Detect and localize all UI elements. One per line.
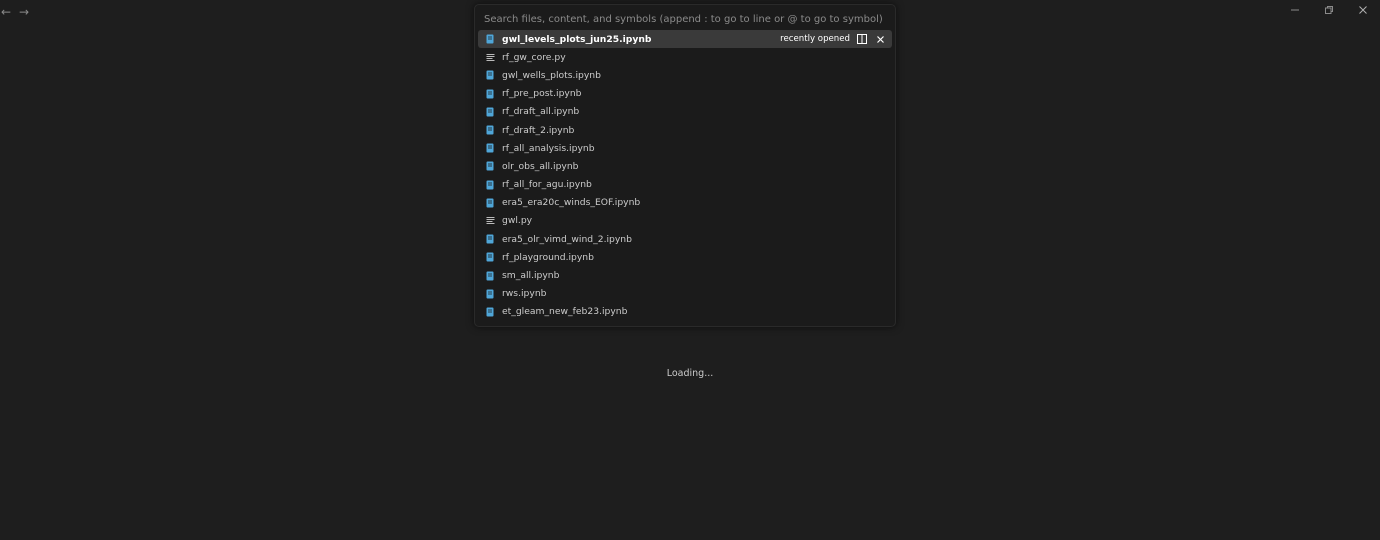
result-label: sm_all.ipynb [502, 270, 560, 282]
quick-open-panel: gwl_levels_plots_jun25.ipynb recently ope… [474, 4, 896, 327]
result-label: olr_obs_all.ipynb [502, 160, 579, 172]
restore-button[interactable] [1312, 0, 1346, 20]
notebook-icon [485, 233, 495, 245]
result-label: rf_draft_2.ipynb [502, 124, 575, 136]
notebook-icon [485, 142, 495, 154]
notebook-icon [485, 179, 495, 191]
navigation-arrows: ← → [0, 5, 30, 19]
arrow-left-icon[interactable]: ← [0, 5, 12, 19]
notebook-icon [485, 270, 495, 282]
result-item[interactable]: et_gleam_new_feb23.ipynb [478, 303, 892, 321]
result-item[interactable]: rf_draft_all.ipynb [478, 103, 892, 121]
search-input[interactable] [481, 9, 893, 29]
result-label: rf_draft_all.ipynb [502, 106, 580, 118]
result-label: gwl_wells_plots.ipynb [502, 69, 601, 81]
result-label: gwl.py [502, 215, 533, 227]
notebook-icon [485, 251, 495, 263]
notebook-icon [485, 33, 495, 45]
result-label: rws.ipynb [502, 288, 547, 300]
notebook-icon [485, 124, 495, 136]
result-item[interactable]: era5_olr_vimd_wind_2.ipynb [478, 230, 892, 248]
window-controls [1278, 0, 1380, 20]
minimize-icon [1291, 9, 1299, 11]
result-item[interactable]: gwl_levels_plots_jun25.ipynb recently ope… [478, 30, 892, 49]
minimize-button[interactable] [1278, 0, 1312, 20]
result-item[interactable]: rf_playground.ipynb [478, 248, 892, 266]
notebook-icon [485, 160, 495, 172]
close-button[interactable] [1346, 0, 1380, 20]
notebook-icon [485, 288, 495, 300]
restore-icon [1325, 6, 1333, 14]
result-item[interactable]: rf_all_analysis.ipynb [478, 139, 892, 157]
result-item[interactable]: gwl.py [478, 212, 892, 230]
result-label: et_gleam_new_feb23.ipynb [502, 306, 628, 318]
result-label: rf_pre_post.ipynb [502, 88, 582, 100]
result-label: rf_all_for_agu.ipynb [502, 179, 592, 191]
app-window: ← → gwl_levels_plots_jun25.ipynb recently… [0, 0, 1380, 540]
notebook-icon [485, 88, 495, 100]
result-item[interactable]: gwl_wells_plots.ipynb [478, 66, 892, 84]
result-item[interactable]: rf_draft_2.ipynb [478, 121, 892, 139]
close-icon[interactable] [874, 33, 886, 45]
notebook-icon [485, 106, 495, 118]
result-label: rf_gw_core.py [502, 51, 566, 63]
result-actions: recently opened [780, 30, 886, 48]
loading-text: Loading... [666, 368, 714, 379]
notebook-icon [485, 306, 495, 318]
result-label: gwl_levels_plots_jun25.ipynb [502, 33, 652, 45]
python-file-icon [485, 215, 495, 227]
results-list: gwl_levels_plots_jun25.ipynb recently ope… [478, 30, 892, 326]
recently-opened-label: recently opened [780, 34, 850, 44]
result-item[interactable]: rf_gw_core.py [478, 48, 892, 66]
notebook-icon [485, 197, 495, 209]
notebook-icon [485, 69, 495, 81]
result-label: rf_playground.ipynb [502, 251, 594, 263]
result-item[interactable]: rws.ipynb [478, 285, 892, 303]
python-file-icon [485, 51, 495, 63]
result-label: rf_all_analysis.ipynb [502, 142, 595, 154]
result-item[interactable]: sm_all.ipynb [478, 266, 892, 284]
close-icon [1359, 6, 1367, 14]
result-item[interactable]: olr_obs_all.ipynb [478, 157, 892, 175]
result-item[interactable]: rf_all_for_agu.ipynb [478, 176, 892, 194]
result-label: era5_era20c_winds_EOF.ipynb [502, 197, 641, 209]
result-item[interactable]: rf_pre_post.ipynb [478, 85, 892, 103]
arrow-right-icon[interactable]: → [18, 5, 30, 19]
result-item[interactable]: era5_era20c_winds_EOF.ipynb [478, 194, 892, 212]
split-editor-icon[interactable] [856, 33, 868, 45]
result-label: era5_olr_vimd_wind_2.ipynb [502, 233, 632, 245]
